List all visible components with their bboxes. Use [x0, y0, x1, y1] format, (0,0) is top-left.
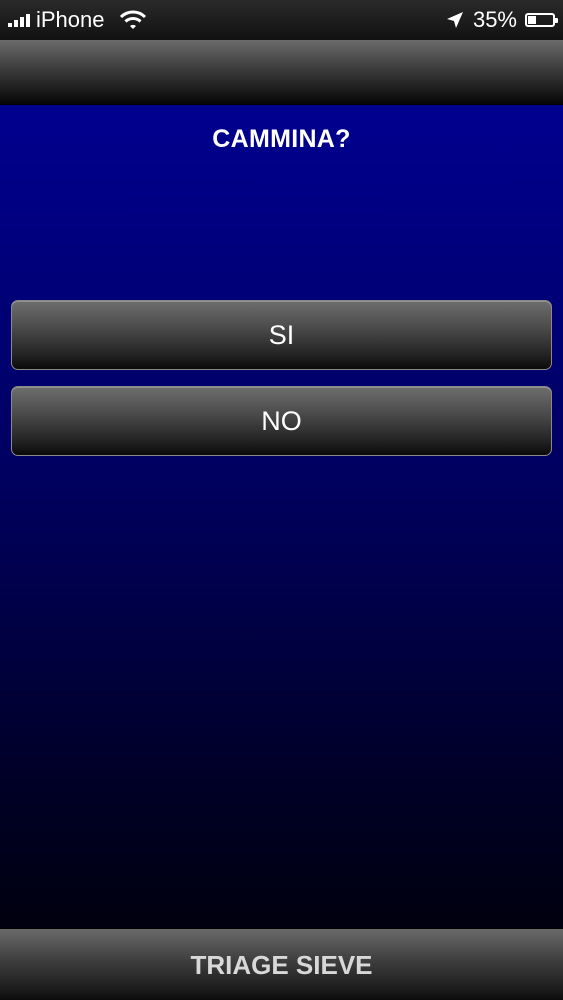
question-panel: CAMMINA? SI NO — [0, 105, 563, 928]
battery-percent: 35% — [472, 7, 517, 32]
signal-icon — [8, 13, 30, 27]
navigation-bar — [0, 40, 563, 105]
triage-sieve-tab[interactable]: TRIAGE SIEVE — [0, 928, 563, 1000]
question-title: CAMMINA? — [212, 125, 351, 153]
app-screen: iPhone 35% CAMMINA? SI NO TRIAGE SIEVE — [0, 0, 563, 1000]
answer-no-button[interactable]: NO — [11, 386, 552, 456]
battery-level — [528, 16, 536, 24]
triage-sieve-label: TRIAGE SIEVE — [190, 949, 373, 980]
status-right: 35% — [445, 7, 558, 33]
answer-yes-button[interactable]: SI — [11, 300, 552, 370]
battery-icon — [525, 13, 558, 27]
status-bar: iPhone 35% — [0, 0, 563, 40]
location-arrow-icon — [446, 12, 463, 28]
wifi-icon — [119, 10, 146, 29]
carrier-name: iPhone — [36, 7, 105, 32]
